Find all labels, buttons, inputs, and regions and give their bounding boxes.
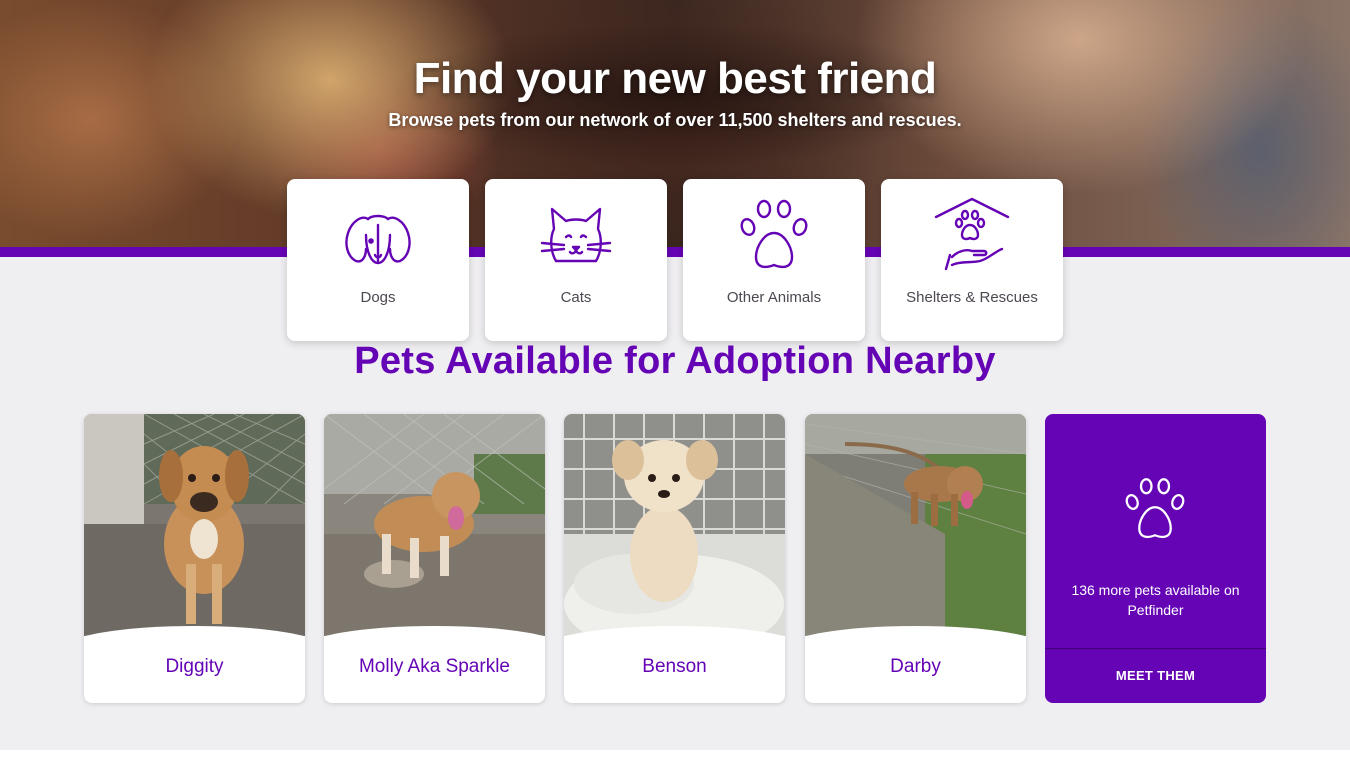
pet-photo: [324, 414, 545, 636]
pet-card-darby[interactable]: Darby: [805, 414, 1026, 703]
paw-icon: [740, 199, 808, 269]
more-pets-text: 136 more pets available on Petfinder: [1071, 582, 1240, 618]
pet-photo: [84, 414, 305, 636]
hero-subtitle: Browse pets from our network of over 11,…: [388, 110, 962, 130]
category-card-cats[interactable]: Cats: [485, 179, 667, 341]
pet-card-diggity[interactable]: Diggity: [84, 414, 305, 703]
category-card-other-animals[interactable]: Other Animals: [683, 179, 865, 341]
pet-name: Benson: [642, 656, 707, 677]
pet-name: Molly Aka Sparkle: [358, 656, 510, 677]
pet-card-molly-aka-sparkle[interactable]: Molly Aka Sparkle: [324, 414, 545, 703]
category-card-shelters[interactable]: Shelters & Rescues: [881, 179, 1063, 341]
hero-title: Find your new best friend: [413, 54, 937, 103]
category-label-other-animals: Other Animals: [726, 289, 822, 306]
pet-photo: [564, 414, 785, 636]
footer-strip: [0, 750, 1350, 774]
dog-icon: [345, 214, 411, 265]
category-label-shelters: Shelters & Rescues: [906, 289, 1038, 306]
pet-name: Diggity: [165, 656, 224, 677]
paw-icon: [1125, 478, 1185, 539]
shelter-icon: [934, 197, 1010, 271]
more-pets-card[interactable]: 136 more pets available on Petfinder MEE…: [1045, 414, 1266, 703]
section-title: Pets Available for Adoption Nearby: [354, 340, 996, 382]
category-card-dogs[interactable]: Dogs: [287, 179, 469, 341]
category-row: Dogs Cats Other Animals Shelters & Rescu…: [287, 179, 1063, 341]
pet-name: Darby: [890, 656, 941, 677]
category-label-dogs: Dogs: [360, 289, 396, 306]
pet-card-benson[interactable]: Benson: [564, 414, 785, 703]
pet-photo: [805, 414, 1026, 636]
category-label-cats: Cats: [560, 289, 592, 306]
meet-them-button[interactable]: MEET THEM: [1045, 649, 1266, 703]
cat-icon: [540, 207, 612, 263]
